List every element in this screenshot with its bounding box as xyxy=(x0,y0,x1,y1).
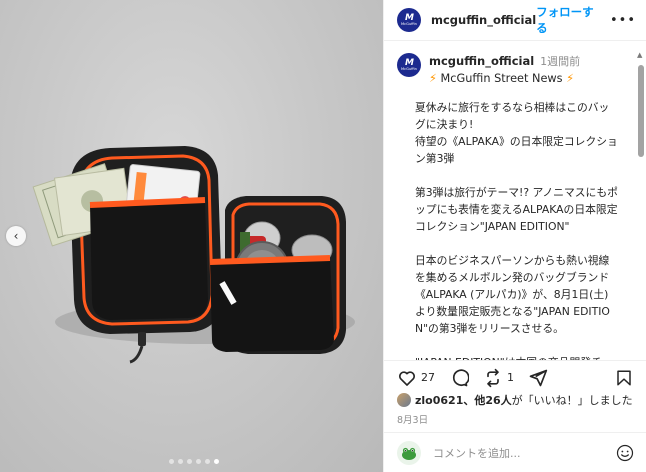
caption-text: 夏休みに旅行をするなら相棒はこのバッグに決まり! 待望の《ALPAKA》の日本限… xyxy=(415,101,618,360)
smiley-icon[interactable] xyxy=(616,444,634,462)
caption-subtitle: ⚡ McGuffin Street News ⚡ xyxy=(429,72,632,85)
comment-icon[interactable] xyxy=(449,368,469,388)
post-header: M McGuffin mcguffin_official フォローする ••• xyxy=(384,0,646,41)
frog-avatar-icon xyxy=(402,447,416,460)
post-date[interactable]: 8月3日 xyxy=(384,410,646,432)
post-modal: ‹ M McGuffin mcguffin_official フォローする ••… xyxy=(0,0,646,472)
carousel-dot xyxy=(168,459,174,464)
chevron-left-icon: ‹ xyxy=(13,229,19,243)
save-action[interactable] xyxy=(615,368,633,388)
carousel-prev-button[interactable]: ‹ xyxy=(6,226,26,246)
carousel-dot xyxy=(195,459,201,464)
likes-others[interactable]: 、他26人 xyxy=(463,392,511,408)
comment-action[interactable] xyxy=(449,368,469,388)
like-count[interactable]: 27 xyxy=(421,371,435,384)
follow-button[interactable]: フォローする xyxy=(536,4,598,36)
likes-summary: zlo0621 、他26人 が「いいね！」しました xyxy=(384,390,646,410)
caption-time[interactable]: 1週間前 xyxy=(540,53,580,69)
post-side-panel: M McGuffin mcguffin_official フォローする ••• … xyxy=(383,0,646,472)
carousel-dot-active xyxy=(213,459,219,464)
likes-suffix: が「いいね！」しました xyxy=(511,394,633,407)
avatar-logo-subtext: McGuffin xyxy=(401,21,417,26)
liker-username[interactable]: zlo0621 xyxy=(415,394,463,407)
caption-username[interactable]: mcguffin_official xyxy=(429,54,534,68)
repost-count[interactable]: 1 xyxy=(507,371,514,384)
lightning-emoji-icon: ⚡ xyxy=(429,72,437,85)
caption-block: M McGuffin mcguffin_official 1週間前 ⚡ McGu… xyxy=(397,53,632,85)
carousel-dots xyxy=(0,459,383,464)
comment-box: コメントを追加... xyxy=(384,432,646,472)
comments-scroll-area[interactable]: M McGuffin mcguffin_official 1週間前 ⚡ McGu… xyxy=(384,41,646,360)
repost-action[interactable]: 1 xyxy=(483,368,514,388)
like-action[interactable]: 27 xyxy=(397,368,435,388)
liker-avatar[interactable] xyxy=(397,393,411,407)
bookmark-icon[interactable] xyxy=(615,368,633,388)
action-bar: 27 1 xyxy=(384,360,646,390)
post-image-area: ‹ xyxy=(0,0,383,472)
scrollbar-thumb[interactable] xyxy=(638,65,644,157)
avatar[interactable]: M McGuffin xyxy=(397,53,421,77)
lightning-emoji-icon: ⚡ xyxy=(566,72,575,85)
more-options-icon[interactable]: ••• xyxy=(610,13,636,28)
repost-icon[interactable] xyxy=(483,368,503,388)
scroll-up-icon[interactable]: ▲ xyxy=(637,51,642,59)
share-icon[interactable] xyxy=(528,368,548,388)
share-action[interactable] xyxy=(528,368,548,388)
post-photo-wallet xyxy=(32,146,355,364)
avatar-logo-subtext: McGuffin xyxy=(401,66,417,71)
carousel-dot xyxy=(186,459,192,464)
comment-input[interactable]: コメントを追加... xyxy=(433,445,616,461)
post-username[interactable]: mcguffin_official xyxy=(431,13,536,27)
carousel-dot xyxy=(204,459,210,464)
heart-icon[interactable] xyxy=(397,368,417,388)
caption-subtitle-text: McGuffin Street News xyxy=(440,72,563,85)
carousel-dot xyxy=(177,459,183,464)
current-user-avatar[interactable] xyxy=(397,440,421,465)
scrollbar[interactable]: ▲ xyxy=(637,51,644,329)
avatar[interactable]: M McGuffin xyxy=(397,8,421,32)
